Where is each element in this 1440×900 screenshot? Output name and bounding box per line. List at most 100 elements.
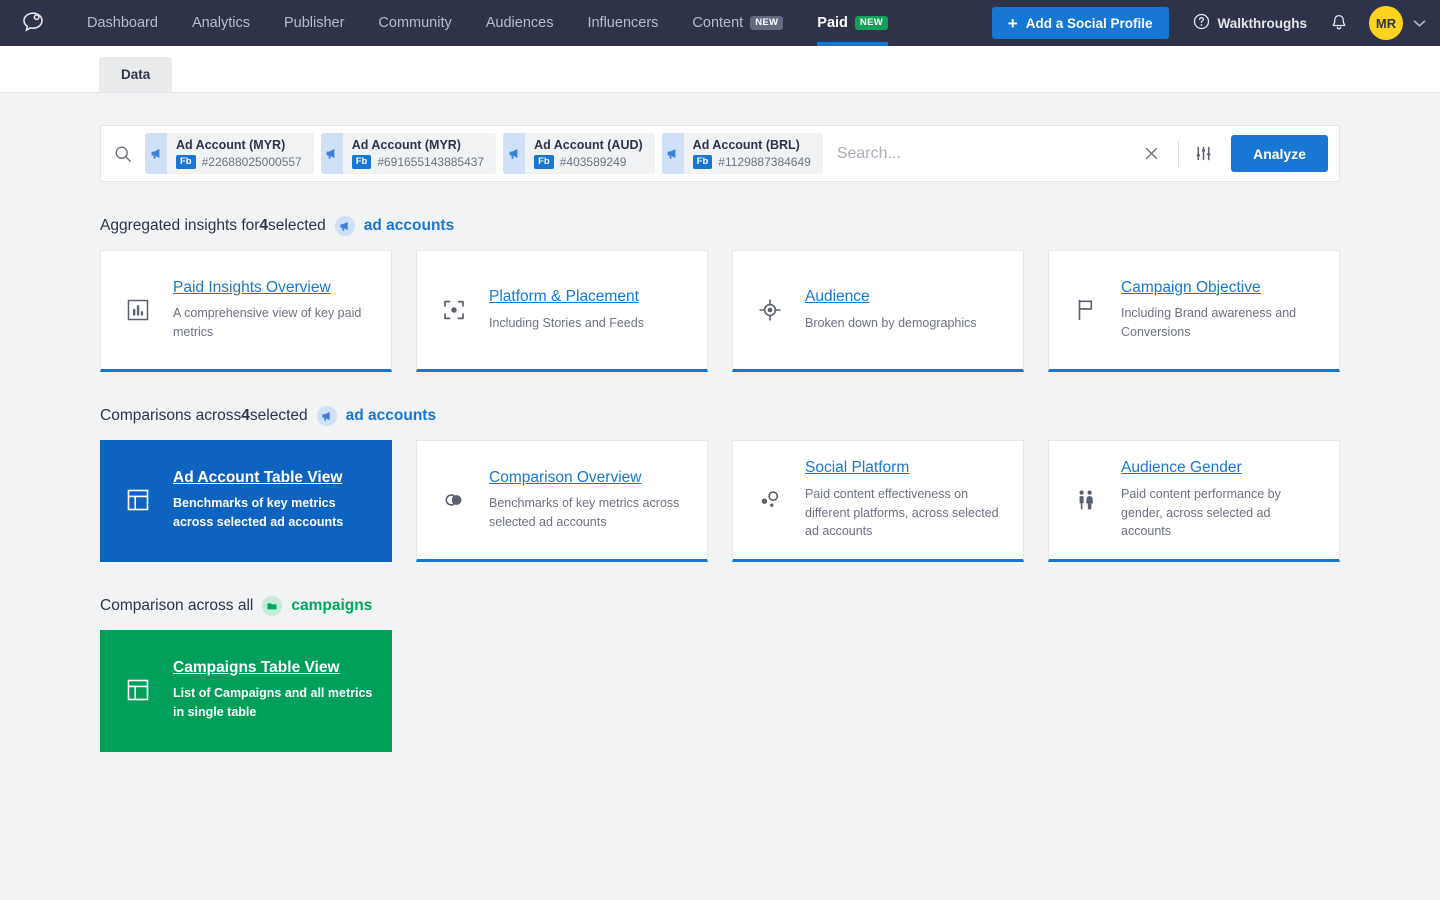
- profile-chip[interactable]: Ad Account (BRL) Fb #1129887384649: [662, 133, 823, 174]
- help-circle-icon: [1193, 13, 1210, 33]
- nav-item-content[interactable]: Content NEW: [675, 0, 800, 46]
- megaphone-icon: [145, 133, 167, 174]
- chip-body: Ad Account (AUD) Fb #403589249: [525, 133, 655, 174]
- bar-chart-icon: [121, 297, 155, 323]
- card-description: Including Brand awareness and Conversion…: [1121, 304, 1321, 341]
- card-description: Paid content effectiveness on different …: [805, 485, 1005, 541]
- entity-link-ad-accounts[interactable]: ad accounts: [346, 407, 436, 425]
- filter-settings-icon[interactable]: [1189, 140, 1217, 168]
- tab-data[interactable]: Data: [99, 57, 172, 92]
- card-title[interactable]: Paid Insights Overview: [173, 279, 373, 298]
- nav-item-analytics[interactable]: Analytics: [175, 0, 267, 46]
- chip-account-id: #1129887384649: [718, 155, 811, 169]
- search-bar-region: Ad Account (MYR) Fb #22688025000557: [0, 93, 1440, 182]
- chip-title: Ad Account (MYR): [176, 138, 302, 154]
- card-description: List of Campaigns and all metrics in sin…: [173, 684, 373, 721]
- folder-icon: [262, 596, 282, 616]
- card-description: Benchmarks of key metrics across selecte…: [173, 494, 373, 531]
- card-text: Campaign Objective Including Brand aware…: [1121, 279, 1321, 342]
- facebook-tag: Fb: [693, 155, 713, 169]
- nav-item-paid[interactable]: Paid NEW: [800, 0, 905, 46]
- focus-target-icon: [437, 297, 471, 323]
- walkthroughs-label: Walkthroughs: [1218, 16, 1308, 31]
- nav-item-publisher[interactable]: Publisher: [267, 0, 361, 46]
- search-input[interactable]: [823, 145, 1134, 163]
- section-title-count: 4: [259, 217, 268, 235]
- plus-icon: +: [1008, 15, 1018, 32]
- notifications-bell-icon[interactable]: [1331, 14, 1347, 32]
- card-paid-insights-overview[interactable]: Paid Insights Overview A comprehensive v…: [100, 250, 392, 372]
- nav-item-audiences[interactable]: Audiences: [469, 0, 571, 46]
- chip-title: Ad Account (AUD): [534, 138, 643, 154]
- chip-sub: Fb #691655143885437: [352, 155, 484, 169]
- chip-title: Ad Account (BRL): [693, 138, 811, 154]
- section-title: Aggregated insights for 4 selected ad ac…: [100, 216, 1340, 236]
- section-title: Comparison across all campaigns: [100, 596, 1340, 616]
- card-title[interactable]: Audience Gender: [1121, 459, 1321, 478]
- nav-item-community[interactable]: Community: [361, 0, 468, 46]
- user-avatar[interactable]: MR: [1369, 6, 1403, 40]
- card-title[interactable]: Social Platform: [805, 459, 1005, 478]
- nav-label: Audiences: [486, 15, 554, 31]
- sub-header-tabstrip: Data: [0, 46, 1440, 93]
- chip-title: Ad Account (MYR): [352, 138, 484, 154]
- chip-account-id: #403589249: [560, 155, 627, 169]
- nav-item-dashboard[interactable]: Dashboard: [70, 0, 175, 46]
- chip-sub: Fb #403589249: [534, 155, 643, 169]
- section-aggregated-insights: Aggregated insights for 4 selected ad ac…: [0, 216, 1440, 372]
- add-social-profile-button[interactable]: + Add a Social Profile: [992, 7, 1169, 39]
- search-icon: [101, 126, 145, 181]
- card-campaigns-table-view[interactable]: Campaigns Table View List of Campaigns a…: [100, 630, 392, 752]
- card-campaign-objective[interactable]: Campaign Objective Including Brand aware…: [1048, 250, 1340, 372]
- walkthroughs-button[interactable]: Walkthroughs: [1193, 13, 1308, 33]
- card-description: Broken down by demographics: [805, 314, 977, 333]
- nav-label: Dashboard: [87, 15, 158, 31]
- top-navigation-bar: Dashboard Analytics Publisher Community …: [0, 0, 1440, 46]
- nav-item-influencers[interactable]: Influencers: [570, 0, 675, 46]
- card-social-platform[interactable]: Social Platform Paid content effectivene…: [732, 440, 1024, 562]
- add-social-profile-label: Add a Social Profile: [1026, 16, 1153, 31]
- section-title-prefix: Comparisons across: [100, 407, 241, 425]
- primary-nav-items: Dashboard Analytics Publisher Community …: [70, 0, 905, 46]
- entity-link-campaigns[interactable]: campaigns: [291, 597, 372, 615]
- card-title[interactable]: Comparison Overview: [489, 469, 689, 488]
- card-description: Benchmarks of key metrics across selecte…: [489, 494, 689, 531]
- analyze-button[interactable]: Analyze: [1231, 135, 1328, 172]
- card-text: Audience Broken down by demographics: [805, 288, 977, 332]
- brand-logo-icon[interactable]: [18, 8, 48, 38]
- card-title[interactable]: Campaigns Table View: [173, 659, 373, 678]
- table-icon: [121, 487, 155, 513]
- card-grid-comparisons: Ad Account Table View Benchmarks of key …: [100, 440, 1340, 562]
- chevron-down-icon[interactable]: [1413, 19, 1426, 28]
- profile-chip[interactable]: Ad Account (MYR) Fb #691655143885437: [321, 133, 496, 174]
- profile-chip[interactable]: Ad Account (MYR) Fb #22688025000557: [145, 133, 314, 174]
- megaphone-icon: [321, 133, 343, 174]
- card-title[interactable]: Campaign Objective: [1121, 279, 1321, 298]
- card-title[interactable]: Audience: [805, 288, 977, 307]
- card-title[interactable]: Platform & Placement: [489, 288, 644, 307]
- entity-link-ad-accounts[interactable]: ad accounts: [364, 217, 454, 235]
- section-campaigns: Comparison across all campaigns Campaign…: [0, 596, 1440, 752]
- card-title[interactable]: Ad Account Table View: [173, 469, 373, 488]
- card-platform-and-placement[interactable]: Platform & Placement Including Stories a…: [416, 250, 708, 372]
- card-ad-account-table-view[interactable]: Ad Account Table View Benchmarks of key …: [100, 440, 392, 562]
- search-bar: Ad Account (MYR) Fb #22688025000557: [100, 125, 1340, 182]
- card-text: Social Platform Paid content effectivene…: [805, 459, 1005, 540]
- section-title-prefix: Comparison across all: [100, 597, 253, 615]
- crosshair-icon: [753, 297, 787, 323]
- card-description: Including Stories and Feeds: [489, 314, 644, 333]
- nav-label: Influencers: [587, 15, 658, 31]
- selected-profile-chips: Ad Account (MYR) Fb #22688025000557: [145, 133, 823, 174]
- chip-body: Ad Account (MYR) Fb #691655143885437: [343, 133, 496, 174]
- card-comparison-overview[interactable]: Comparison Overview Benchmarks of key me…: [416, 440, 708, 562]
- nav-badge-new: NEW: [855, 16, 888, 30]
- clear-search-icon[interactable]: [1134, 137, 1168, 171]
- chip-sub: Fb #1129887384649: [693, 155, 811, 169]
- profile-chip[interactable]: Ad Account (AUD) Fb #403589249: [503, 133, 655, 174]
- chip-body: Ad Account (MYR) Fb #22688025000557: [167, 133, 314, 174]
- card-audience[interactable]: Audience Broken down by demographics: [732, 250, 1024, 372]
- bubbles-icon: [753, 487, 787, 513]
- card-text: Comparison Overview Benchmarks of key me…: [489, 469, 689, 532]
- card-audience-gender[interactable]: Audience Gender Paid content performance…: [1048, 440, 1340, 562]
- card-text: Audience Gender Paid content performance…: [1121, 459, 1321, 540]
